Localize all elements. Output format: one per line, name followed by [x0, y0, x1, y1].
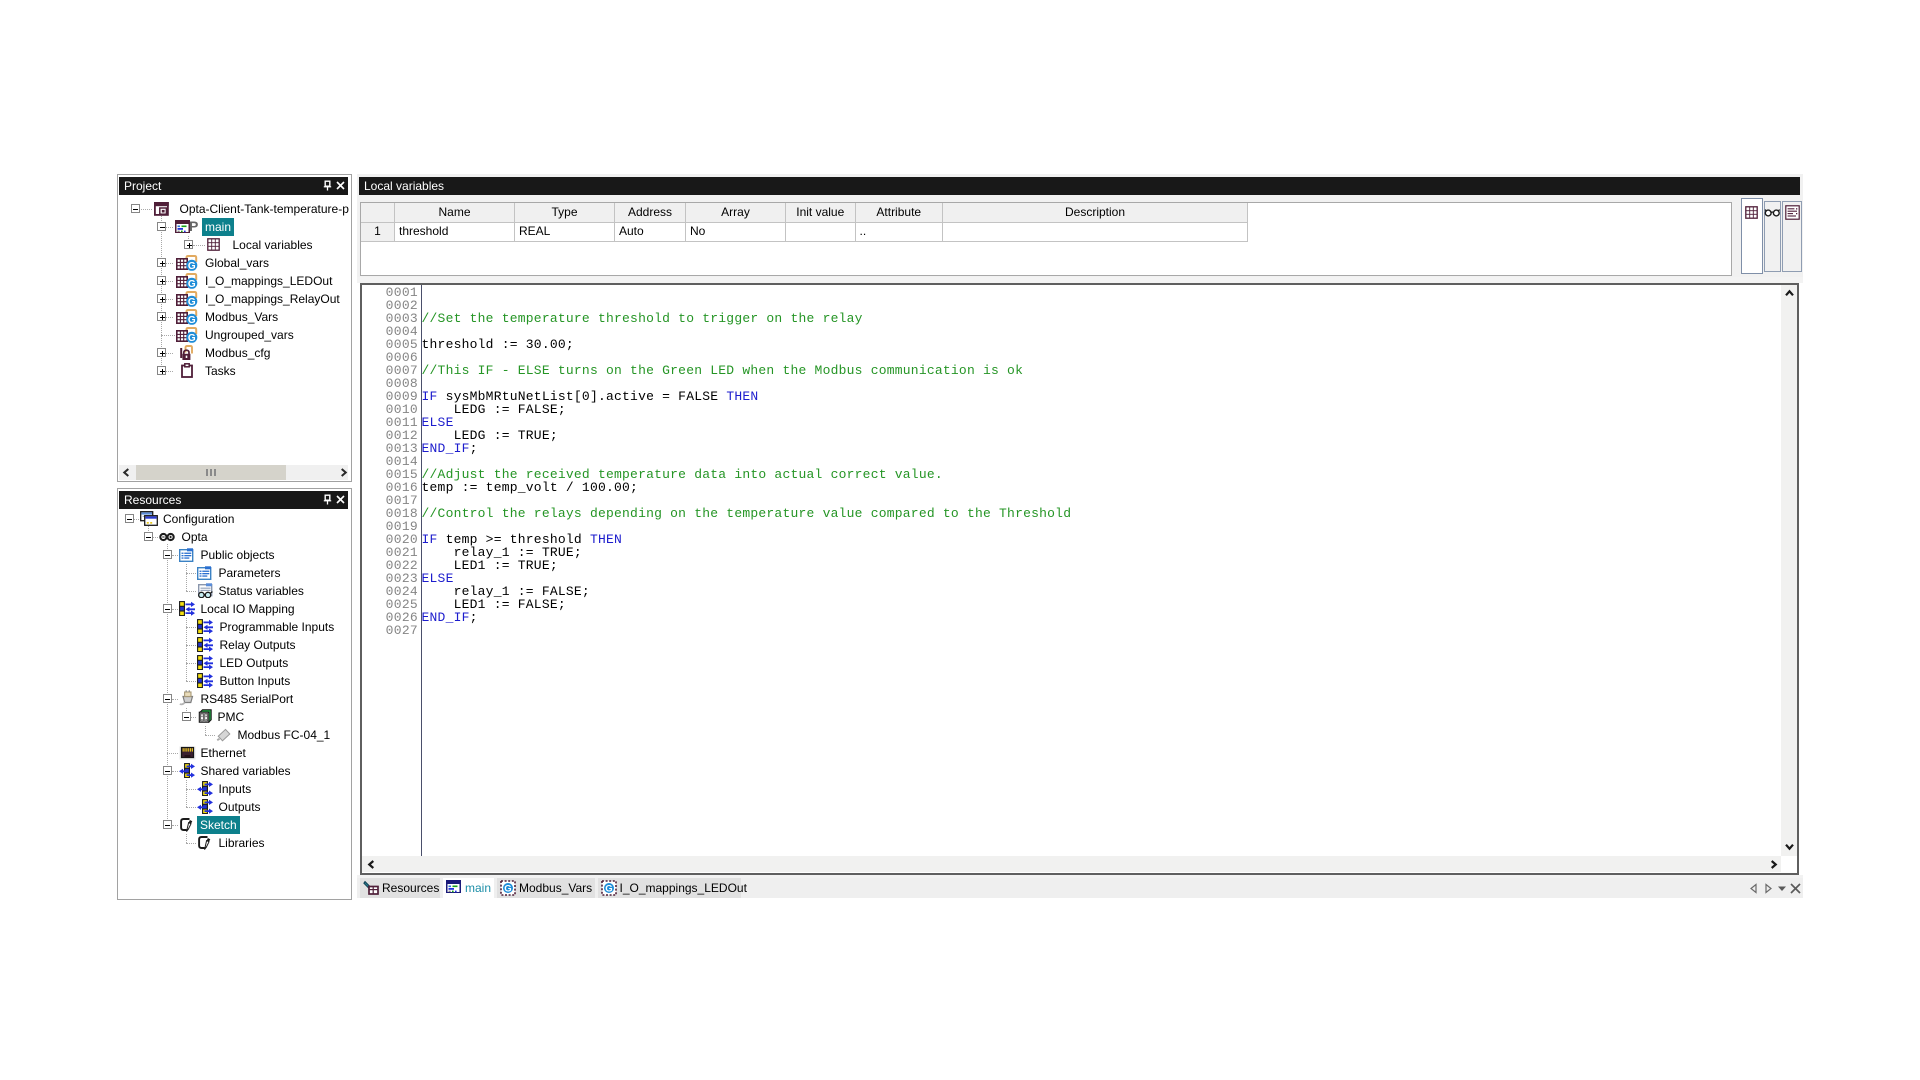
svg-text:G: G: [188, 261, 196, 271]
svg-text:G: G: [504, 884, 511, 895]
svg-text:G: G: [188, 333, 196, 343]
svg-text:G: G: [605, 884, 612, 895]
svg-text:G: G: [188, 279, 196, 289]
svg-text:G: G: [188, 297, 196, 307]
svg-text:G: G: [188, 315, 196, 325]
